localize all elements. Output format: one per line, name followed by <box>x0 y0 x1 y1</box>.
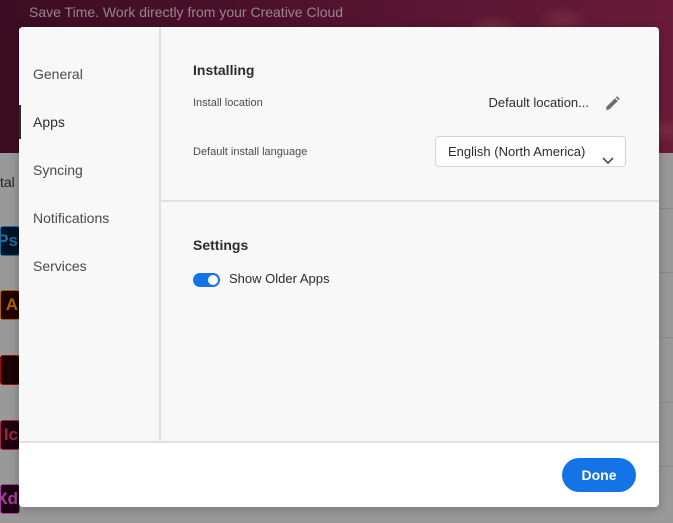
preferences-dialog: General Apps Syncing Notifications Servi… <box>19 27 659 507</box>
install-location-value[interactable]: Default location... <box>489 95 589 110</box>
sidebar-item-general[interactable]: General <box>19 57 157 91</box>
installing-section: Installing Install location Default loca… <box>161 27 659 202</box>
settings-section: Settings Show Older Apps <box>161 202 659 441</box>
installing-title: Installing <box>193 62 255 78</box>
toggle-knob <box>208 275 218 285</box>
install-location-label: Install location <box>193 97 263 109</box>
chevron-down-icon <box>602 147 614 164</box>
show-older-apps-toggle[interactable] <box>193 273 220 287</box>
language-select[interactable]: English (North America) <box>435 136 626 167</box>
show-older-apps-label[interactable]: Show Older Apps <box>229 271 329 286</box>
preferences-content: Installing Install location Default loca… <box>161 27 659 441</box>
default-language-label: Default install language <box>193 146 308 158</box>
dialog-footer: Done <box>19 441 659 507</box>
sidebar-item-services[interactable]: Services <box>19 249 157 283</box>
settings-title: Settings <box>193 237 249 253</box>
preferences-sidebar: General Apps Syncing Notifications Servi… <box>19 27 161 441</box>
sidebar-item-apps[interactable]: Apps <box>19 105 157 139</box>
pencil-icon[interactable] <box>603 95 621 113</box>
sidebar-item-notifications[interactable]: Notifications <box>19 201 157 235</box>
done-button[interactable]: Done <box>562 458 636 492</box>
sidebar-item-syncing[interactable]: Syncing <box>19 153 157 187</box>
language-select-value: English (North America) <box>448 144 586 159</box>
